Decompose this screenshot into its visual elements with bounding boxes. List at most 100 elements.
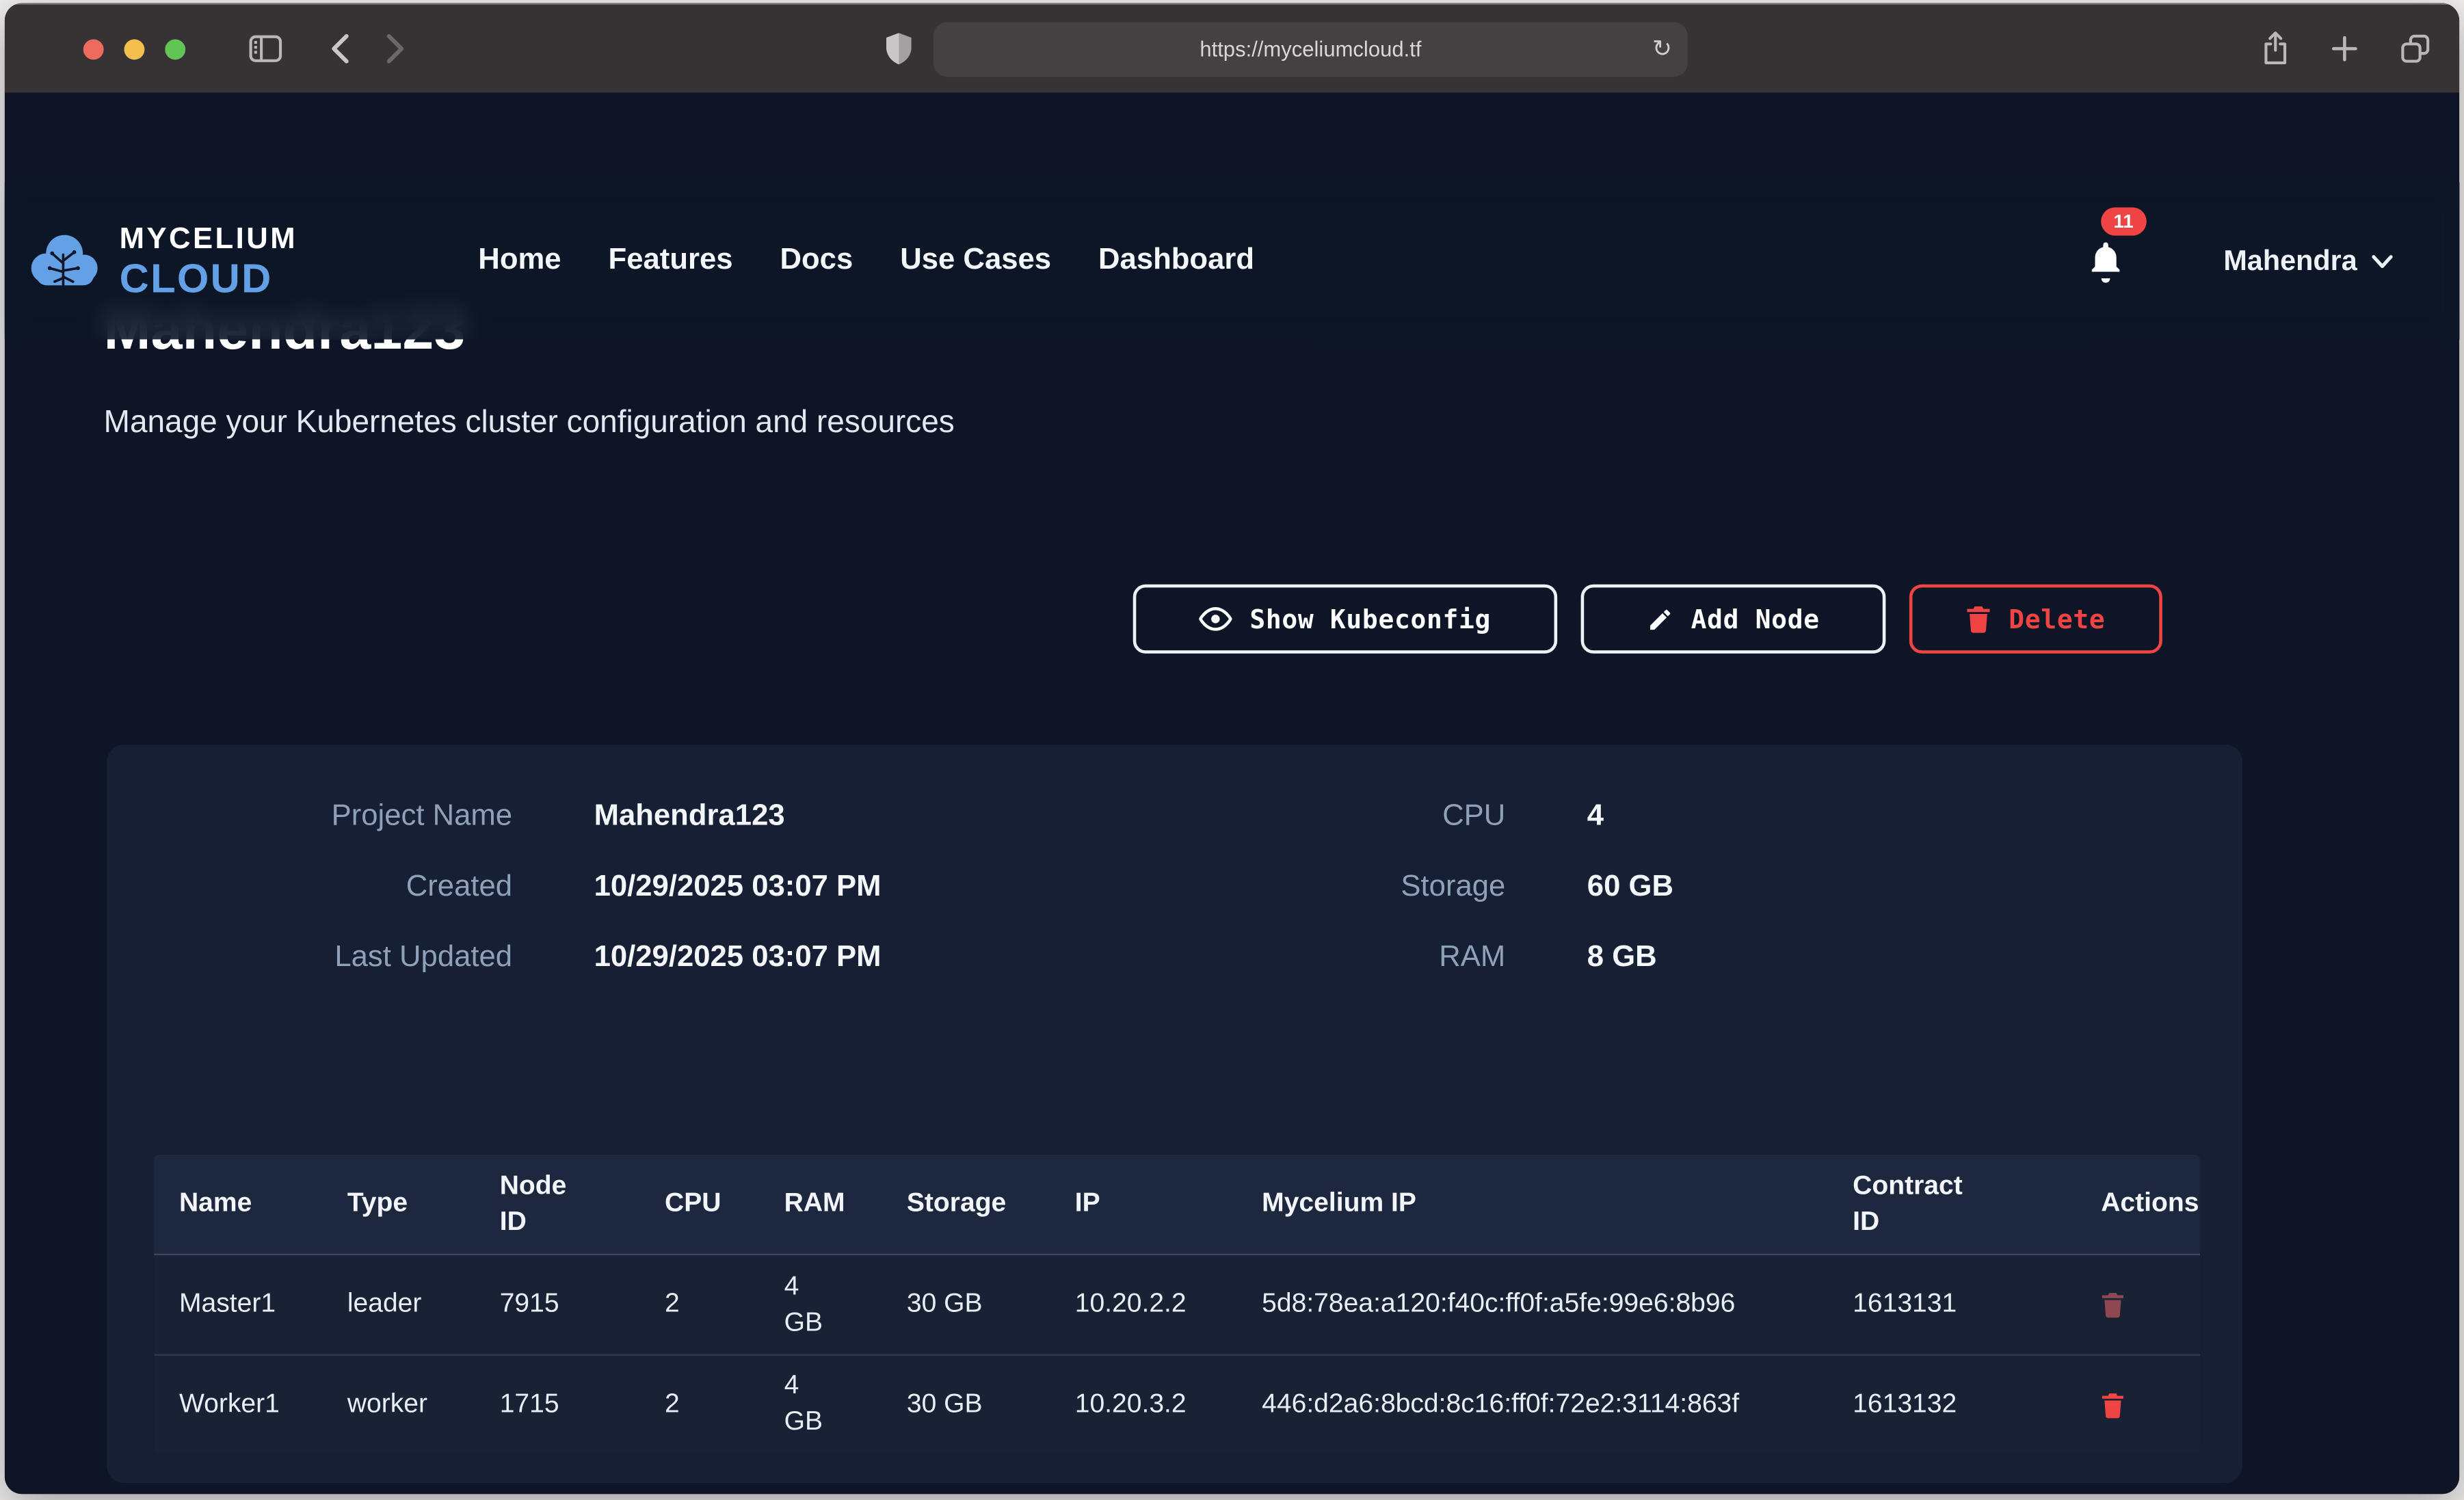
- col-ip: IP: [1050, 1186, 1236, 1222]
- trash-icon: [1966, 605, 1991, 633]
- show-kubeconfig-button[interactable]: Show Kubeconfig: [1133, 585, 1557, 654]
- col-cpu: CPU: [639, 1186, 759, 1222]
- add-node-button[interactable]: Add Node: [1581, 585, 1886, 654]
- cluster-nodes-table: Name Type Node ID CPU RAM Storage IP Myc…: [154, 1155, 2200, 1454]
- mycelium-cloud-logo[interactable]: MYCELIUM CLOUD: [25, 224, 297, 297]
- ram-row: RAM 8 GB: [1144, 922, 1673, 993]
- show-kubeconfig-label: Show Kubeconfig: [1249, 604, 1491, 634]
- table-row: Worker1 worker 1715 2 4 GB 30 GB 10.20.3…: [154, 1354, 2200, 1454]
- pencil-icon: [1647, 606, 1673, 632]
- created-value: 10/29/2025 03:07 PM: [594, 870, 882, 905]
- nav-link-features[interactable]: Features: [609, 243, 733, 278]
- storage-value: 60 GB: [1587, 870, 1673, 905]
- last-updated-value: 10/29/2025 03:07 PM: [594, 940, 882, 975]
- ram-label: RAM: [1144, 940, 1506, 975]
- cpu-value: 4: [1587, 799, 1604, 833]
- node-id: 7915: [475, 1287, 639, 1323]
- nav-link-home[interactable]: Home: [478, 243, 561, 278]
- eye-icon: [1200, 606, 1232, 632]
- new-tab-icon[interactable]: [2331, 35, 2359, 63]
- forward-icon[interactable]: [385, 33, 406, 64]
- storage-label: Storage: [1144, 870, 1506, 905]
- logo-line2: CLOUD: [120, 257, 297, 298]
- logo-line1: MYCELIUM: [120, 224, 297, 254]
- nav-link-dashboard[interactable]: Dashboard: [1098, 243, 1254, 278]
- project-name-value: Mahendra123: [594, 799, 785, 833]
- project-info: Project Name Mahendra123 Created 10/29/2…: [107, 745, 2242, 993]
- node-mycelium-ip: 446:d2a6:8bcd:8c16:ff0f:72e2:3114:863f: [1236, 1387, 1827, 1423]
- notifications-button[interactable]: 11: [2085, 239, 2126, 282]
- created-label: Created: [107, 870, 512, 905]
- col-name: Name: [154, 1186, 322, 1222]
- url-text: https://myceliumcloud.tf: [1200, 37, 1421, 60]
- cluster-actions: Show Kubeconfig Add Node Delete: [1133, 585, 2162, 654]
- address-bar[interactable]: https://myceliumcloud.tf ↻: [933, 21, 1688, 76]
- screenshot-stage: https://myceliumcloud.tf ↻: [0, 0, 2464, 1500]
- browser-toolbar: https://myceliumcloud.tf ↻: [5, 3, 2459, 93]
- cpu-label: CPU: [1144, 799, 1506, 833]
- nav-link-use-cases[interactable]: Use Cases: [900, 243, 1051, 278]
- site-navbar: MYCELIUM CLOUD Home Features Docs Use Ca…: [5, 183, 2459, 340]
- user-name: Mahendra: [2223, 244, 2357, 277]
- nav-links: Home Features Docs Use Cases Dashboard: [478, 243, 1254, 278]
- reload-icon[interactable]: ↻: [1652, 35, 1672, 63]
- node-mycelium-ip: 5d8:78ea:a120:f40c:ff0f:a5fe:99e6:8b96: [1236, 1287, 1827, 1323]
- last-updated-row: Last Updated 10/29/2025 03:07 PM: [107, 922, 1144, 993]
- back-icon[interactable]: [330, 33, 351, 64]
- project-name-row: Project Name Mahendra123: [107, 781, 1144, 851]
- minimize-window-button[interactable]: [124, 38, 145, 59]
- node-type: leader: [322, 1287, 475, 1323]
- created-row: Created 10/29/2025 03:07 PM: [107, 851, 1144, 922]
- traffic-lights: [83, 38, 185, 59]
- col-storage: Storage: [882, 1186, 1050, 1222]
- cpu-row: CPU 4: [1144, 781, 1673, 851]
- table-row: Master1 leader 7915 2 4 GB 30 GB 10.20.2…: [154, 1255, 2200, 1354]
- col-node-id: Node ID: [475, 1168, 639, 1240]
- col-type: Type: [322, 1186, 475, 1222]
- node-cpu: 2: [639, 1387, 759, 1423]
- node-storage: 30 GB: [882, 1287, 1050, 1323]
- node-ip: 10.20.2.2: [1050, 1287, 1236, 1323]
- sidebar-toggle-icon[interactable]: [248, 35, 283, 63]
- node-contract-id: 1613132: [1827, 1387, 2076, 1423]
- project-name-label: Project Name: [107, 799, 512, 833]
- node-storage: 30 GB: [882, 1387, 1050, 1423]
- delete-node-button[interactable]: [2101, 1391, 2124, 1418]
- bell-icon: [2085, 239, 2126, 282]
- ram-value: 8 GB: [1587, 940, 1657, 975]
- last-updated-label: Last Updated: [107, 940, 512, 975]
- col-mycelium-ip: Mycelium IP: [1236, 1186, 1827, 1222]
- storage-row: Storage 60 GB: [1144, 851, 1673, 922]
- node-name: Worker1: [154, 1387, 322, 1423]
- notification-count-badge: 11: [2101, 207, 2146, 235]
- delete-cluster-button[interactable]: Delete: [1909, 585, 2162, 654]
- page-content: Mahendra123 Manage your Kubernetes clust…: [5, 93, 2459, 1495]
- col-actions: Actions: [2076, 1186, 2200, 1222]
- node-ram: 4 GB: [759, 1269, 882, 1341]
- node-ram: 4 GB: [759, 1369, 882, 1441]
- chevron-down-icon: [2371, 254, 2393, 268]
- zoom-window-button[interactable]: [165, 38, 185, 59]
- share-icon[interactable]: [2262, 31, 2290, 66]
- col-ram: RAM: [759, 1186, 882, 1222]
- page-subtitle: Manage your Kubernetes cluster configura…: [104, 405, 955, 442]
- browser-window: https://myceliumcloud.tf ↻: [5, 3, 2459, 1495]
- node-type: worker: [322, 1387, 475, 1423]
- node-ip: 10.20.3.2: [1050, 1387, 1236, 1423]
- node-id: 1715: [475, 1387, 639, 1423]
- cluster-details-card: Project Name Mahendra123 Created 10/29/2…: [107, 745, 2242, 1483]
- add-node-label: Add Node: [1691, 604, 1820, 634]
- delete-node-button[interactable]: [2101, 1291, 2124, 1318]
- delete-label: Delete: [2009, 604, 2105, 634]
- privacy-shield-icon[interactable]: [886, 33, 912, 64]
- table-header: Name Type Node ID CPU RAM Storage IP Myc…: [154, 1155, 2200, 1255]
- tab-overview-icon[interactable]: [2400, 33, 2431, 64]
- node-cpu: 2: [639, 1287, 759, 1323]
- nav-link-docs[interactable]: Docs: [780, 243, 853, 278]
- node-name: Master1: [154, 1287, 322, 1323]
- close-window-button[interactable]: [83, 38, 104, 59]
- node-contract-id: 1613131: [1827, 1287, 2076, 1323]
- col-contract-id: Contract ID: [1827, 1168, 2076, 1240]
- cloud-logo-icon: [25, 229, 104, 292]
- user-menu[interactable]: Mahendra: [2223, 244, 2393, 277]
